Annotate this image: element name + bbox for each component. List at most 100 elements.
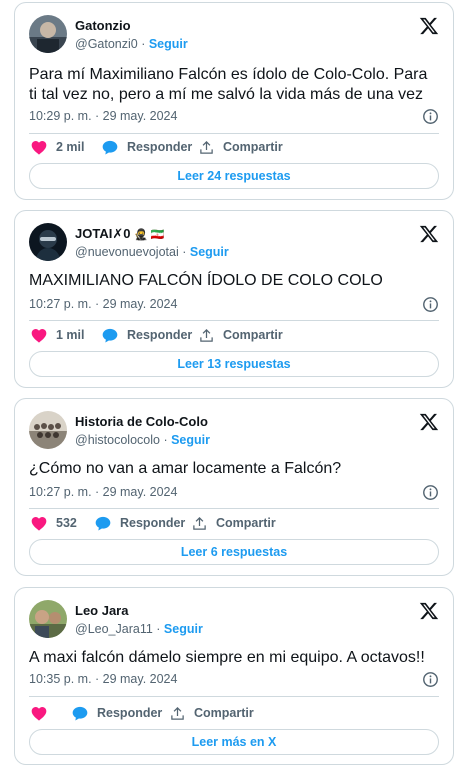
read-replies-button[interactable]: Leer 24 respuestas bbox=[29, 163, 439, 189]
reply-button[interactable]: Responder bbox=[95, 513, 185, 533]
like-count: 2 mil bbox=[56, 140, 85, 154]
author-name[interactable]: Gatonzio bbox=[75, 18, 131, 33]
divider bbox=[29, 133, 439, 134]
tweet-actions: 1 mil Responder Compartir bbox=[29, 325, 439, 345]
follow-button[interactable]: Seguir bbox=[164, 622, 203, 636]
tweet-header: JOTAI✗0 🥷 🇮🇷 @nuevonuevojotai · Seguir bbox=[29, 223, 439, 261]
share-button[interactable]: Compartir bbox=[199, 325, 283, 345]
author-handle[interactable]: @Leo_Jara11 bbox=[75, 622, 153, 636]
reply-button[interactable]: Responder bbox=[102, 325, 192, 345]
divider bbox=[29, 508, 439, 509]
tweet-actions: Responder Compartir bbox=[29, 703, 439, 723]
follow-button[interactable]: Seguir bbox=[171, 433, 210, 447]
tweet-card[interactable]: Gatonzio @Gatonzi0 · Seguir Para mí Maxi… bbox=[14, 2, 454, 200]
reply-label: Responder bbox=[127, 328, 193, 342]
tweet-header: Leo Jara @Leo_Jara11 · Seguir bbox=[29, 600, 439, 638]
share-upload-icon bbox=[200, 140, 213, 154]
share-upload-icon bbox=[193, 516, 206, 530]
like-count: 532 bbox=[56, 516, 77, 530]
tweet-meta: 10:29 p. m. · 29 may. 2024 bbox=[29, 109, 439, 125]
name-emoji: 🥷 🇮🇷 bbox=[134, 229, 165, 241]
read-replies-button[interactable]: Leer 13 respuestas bbox=[29, 351, 439, 377]
reply-label: Responder bbox=[127, 140, 193, 154]
read-more-button[interactable]: Leer más en X bbox=[29, 729, 439, 755]
tweet-timestamp[interactable]: 10:27 p. m. · 29 may. 2024 bbox=[29, 297, 177, 311]
read-replies-button[interactable]: Leer 6 respuestas bbox=[29, 539, 439, 565]
avatar[interactable] bbox=[29, 600, 67, 638]
heart-icon bbox=[31, 140, 47, 155]
tweet-card[interactable]: Historia de Colo-Colo @histocolocolo · S… bbox=[14, 398, 454, 576]
tweet-meta: 10:27 p. m. · 29 may. 2024 bbox=[29, 485, 439, 501]
share-button[interactable]: Compartir bbox=[199, 137, 283, 157]
reply-bubble-icon bbox=[72, 706, 88, 720]
share-label: Compartir bbox=[194, 706, 254, 720]
share-label: Compartir bbox=[223, 328, 283, 342]
author-name[interactable]: Leo Jara bbox=[75, 603, 128, 618]
author-handle-line: @Leo_Jara11 · Seguir bbox=[75, 622, 203, 636]
tweet-actions: 532 Responder Compartir bbox=[29, 513, 439, 533]
avatar[interactable] bbox=[29, 15, 67, 53]
info-icon[interactable] bbox=[422, 108, 439, 125]
heart-icon bbox=[31, 328, 47, 343]
info-icon[interactable] bbox=[422, 671, 439, 688]
reply-label: Responder bbox=[97, 706, 163, 720]
tweet-timestamp[interactable]: 10:29 p. m. · 29 may. 2024 bbox=[29, 109, 177, 123]
author-name-text: JOTAI✗0 bbox=[75, 226, 131, 241]
reply-label: Responder bbox=[120, 516, 186, 530]
author-handle-line: @nuevonuevojotai · Seguir bbox=[75, 245, 229, 259]
like-button[interactable]: 2 mil bbox=[31, 137, 85, 157]
tweet-card[interactable]: Leo Jara @Leo_Jara11 · Seguir A maxi fal… bbox=[14, 587, 454, 765]
reply-bubble-icon bbox=[95, 516, 111, 530]
like-count: 1 mil bbox=[56, 328, 85, 342]
tweet-meta: 10:35 p. m. · 29 may. 2024 bbox=[29, 672, 439, 688]
x-logo-icon[interactable] bbox=[419, 224, 439, 244]
heart-icon bbox=[31, 516, 47, 531]
tweet-actions: 2 mil Responder Compartir bbox=[29, 137, 439, 157]
author-handle-line: @histocolocolo · Seguir bbox=[75, 433, 210, 447]
share-button[interactable]: Compartir bbox=[170, 703, 254, 723]
tweet-meta: 10:27 p. m. · 29 may. 2024 bbox=[29, 297, 439, 313]
author-handle-line: @Gatonzi0 · Seguir bbox=[75, 37, 188, 51]
tweet-card[interactable]: JOTAI✗0 🥷 🇮🇷 @nuevonuevojotai · Seguir M… bbox=[14, 210, 454, 388]
author-handle[interactable]: @nuevonuevojotai bbox=[75, 245, 179, 259]
author-name-text: Historia de Colo-Colo bbox=[75, 414, 208, 429]
tweet-header: Historia de Colo-Colo @histocolocolo · S… bbox=[29, 411, 439, 449]
author-name-text: Gatonzio bbox=[75, 18, 131, 33]
info-icon[interactable] bbox=[422, 296, 439, 313]
tweet-text: Para mí Maximiliano Falcón es ídolo de C… bbox=[29, 66, 428, 103]
author-handle[interactable]: @Gatonzi0 bbox=[75, 37, 138, 51]
tweet-timestamp[interactable]: 10:27 p. m. · 29 may. 2024 bbox=[29, 485, 177, 499]
tweet-text: ¿Cómo no van a amar locamente a Falcón? bbox=[29, 460, 342, 477]
divider bbox=[29, 696, 439, 697]
x-logo-icon[interactable] bbox=[419, 601, 439, 621]
share-button[interactable]: Compartir bbox=[192, 513, 276, 533]
follow-button[interactable]: Seguir bbox=[190, 245, 229, 259]
x-logo-icon[interactable] bbox=[419, 16, 439, 36]
reply-button[interactable]: Responder bbox=[102, 137, 192, 157]
author-name[interactable]: Historia de Colo-Colo bbox=[75, 414, 208, 429]
share-upload-icon bbox=[200, 328, 213, 342]
share-upload-icon bbox=[171, 706, 184, 720]
avatar[interactable] bbox=[29, 411, 67, 449]
divider bbox=[29, 320, 439, 321]
author-name-text: Leo Jara bbox=[75, 603, 129, 618]
share-label: Compartir bbox=[216, 516, 276, 530]
info-icon[interactable] bbox=[422, 484, 439, 501]
heart-icon bbox=[31, 706, 47, 721]
like-button[interactable] bbox=[31, 703, 56, 723]
tweet-timestamp[interactable]: 10:35 p. m. · 29 may. 2024 bbox=[29, 672, 177, 686]
tweet-text: MAXIMILIANO FALCÓN ÍDOLO DE COLO COLO bbox=[29, 272, 383, 289]
like-button[interactable]: 532 bbox=[31, 513, 77, 533]
reply-bubble-icon bbox=[102, 328, 118, 342]
share-label: Compartir bbox=[223, 140, 283, 154]
reply-bubble-icon bbox=[102, 140, 118, 154]
reply-button[interactable]: Responder bbox=[72, 703, 162, 723]
author-handle[interactable]: @histocolocolo bbox=[75, 433, 160, 447]
x-logo-icon[interactable] bbox=[419, 412, 439, 432]
like-button[interactable]: 1 mil bbox=[31, 325, 85, 345]
avatar[interactable] bbox=[29, 223, 67, 261]
author-name[interactable]: JOTAI✗0 🥷 🇮🇷 bbox=[75, 226, 165, 242]
tweet-header: Gatonzio @Gatonzi0 · Seguir bbox=[29, 15, 439, 53]
follow-button[interactable]: Seguir bbox=[149, 37, 188, 51]
tweet-text: A maxi falcón dámelo siempre en mi equip… bbox=[29, 649, 425, 666]
